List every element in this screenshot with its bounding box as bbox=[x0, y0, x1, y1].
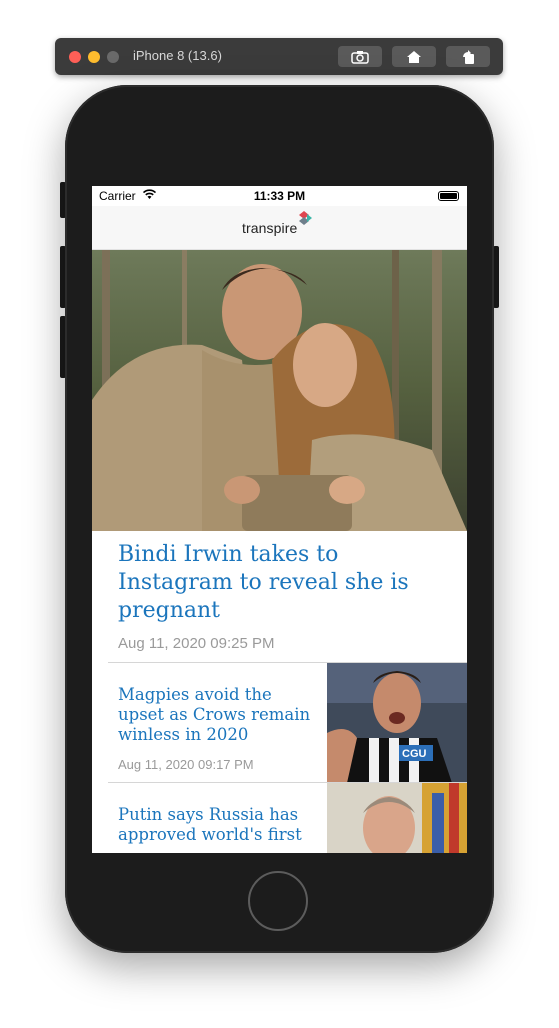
sponsor-badge: CGU bbox=[402, 748, 427, 760]
featured-article-date: Aug 11, 2020 09:25 PM bbox=[118, 635, 275, 652]
article-thumbnail[interactable]: CGU bbox=[327, 663, 467, 783]
transpire-logo: transpire bbox=[242, 211, 313, 236]
home-button-toolbar[interactable] bbox=[392, 46, 436, 67]
app-screen: Carrier 11:33 PM transpire Bindi Irwin t… bbox=[92, 186, 467, 853]
article-thumbnail[interactable] bbox=[327, 783, 467, 853]
minimize-window-button[interactable] bbox=[88, 51, 100, 63]
zoom-window-button[interactable] bbox=[107, 51, 119, 63]
device-home-button[interactable] bbox=[248, 871, 308, 931]
logo-mark-icon bbox=[299, 211, 313, 225]
simulator-toolbar: iPhone 8 (13.6) bbox=[55, 38, 503, 75]
article-title[interactable]: Putin says Russia has approved world's f… bbox=[118, 805, 318, 845]
camera-icon bbox=[351, 50, 369, 64]
hero-image[interactable] bbox=[92, 250, 467, 531]
screenshot-button[interactable] bbox=[338, 46, 382, 67]
navigation-bar: transpire bbox=[92, 206, 467, 250]
status-bar: Carrier 11:33 PM bbox=[92, 186, 467, 206]
rotate-button[interactable] bbox=[446, 46, 490, 67]
rotate-icon bbox=[463, 49, 474, 64]
list-item[interactable]: Magpies avoid the upset as Crows remain … bbox=[108, 662, 467, 783]
simulator-title: iPhone 8 (13.6) bbox=[133, 48, 222, 63]
featured-article-title[interactable]: Bindi Irwin takes to Instagram to reveal… bbox=[118, 541, 448, 625]
close-window-button[interactable] bbox=[69, 51, 81, 63]
battery-icon bbox=[438, 191, 459, 201]
logo-text: transpire bbox=[242, 220, 298, 236]
home-icon bbox=[407, 50, 421, 63]
status-time: 11:33 PM bbox=[253, 189, 306, 203]
article-title[interactable]: Magpies avoid the upset as Crows remain … bbox=[118, 685, 318, 745]
list-item[interactable]: Putin says Russia has approved world's f… bbox=[108, 782, 467, 853]
featured-article[interactable]: Bindi Irwin takes to Instagram to reveal… bbox=[92, 531, 467, 662]
article-date: Aug 11, 2020 09:17 PM bbox=[118, 757, 254, 772]
